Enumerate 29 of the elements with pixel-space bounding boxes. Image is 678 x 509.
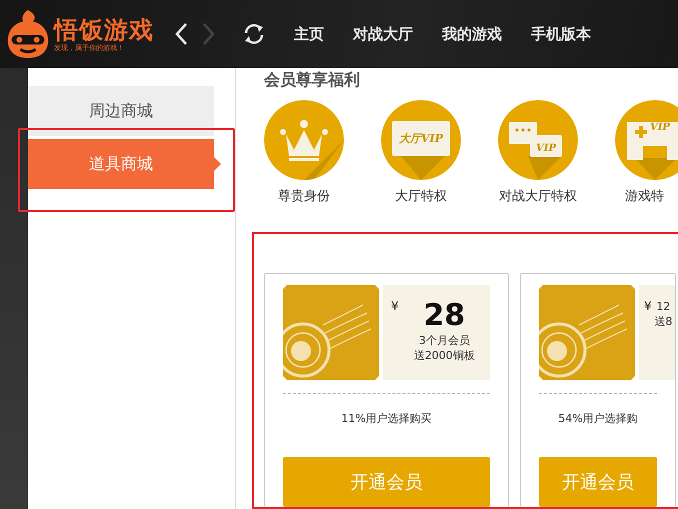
plan-price: 28 <box>423 299 466 333</box>
purchase-share: 54%用户选择购 <box>557 411 639 426</box>
currency-symbol: ¥ <box>391 299 399 313</box>
gamepad-badge-icon[interactable]: VIP <box>615 100 678 180</box>
currency-symbol: ¥ <box>644 299 652 313</box>
benefit-label: 游戏特 <box>625 188 664 205</box>
nav-link[interactable]: 主页 <box>294 24 324 44</box>
plan-duration: 12 <box>656 299 670 314</box>
nav-link[interactable]: 我的游戏 <box>442 24 502 44</box>
nav-link[interactable]: 手机版本 <box>531 24 591 44</box>
benefit-label: 大厅特权 <box>395 188 447 205</box>
plan-bonus: 送8 <box>654 314 672 329</box>
benefit-label: 对战大厅特权 <box>499 188 577 205</box>
chat-badge-icon[interactable]: VIP <box>498 100 578 180</box>
sidebar-tab[interactable]: 道具商城 <box>28 139 221 189</box>
refresh-icon[interactable] <box>242 22 266 46</box>
sidebar-tab[interactable]: 周边商城 <box>28 86 214 136</box>
plan-duration: 3个月会员 <box>418 333 470 348</box>
plan-bonus: 送2000铜板 <box>414 348 475 363</box>
nav-link[interactable]: 对战大厅 <box>353 24 413 44</box>
hall-badge-icon[interactable]: 大厅VIP <box>381 100 461 180</box>
back-icon[interactable] <box>174 22 188 46</box>
activate-button[interactable]: 开通会员 <box>539 457 657 507</box>
crown-badge-icon[interactable] <box>264 100 344 180</box>
brand-name: 悟饭游戏 <box>54 16 154 44</box>
purchase-share: 11%用户选择购买 <box>340 411 433 426</box>
benefit-label: 尊贵身份 <box>278 188 330 205</box>
section-title: 会员尊享福利 <box>264 70 361 90</box>
activate-button[interactable]: 开通会员 <box>283 457 490 507</box>
